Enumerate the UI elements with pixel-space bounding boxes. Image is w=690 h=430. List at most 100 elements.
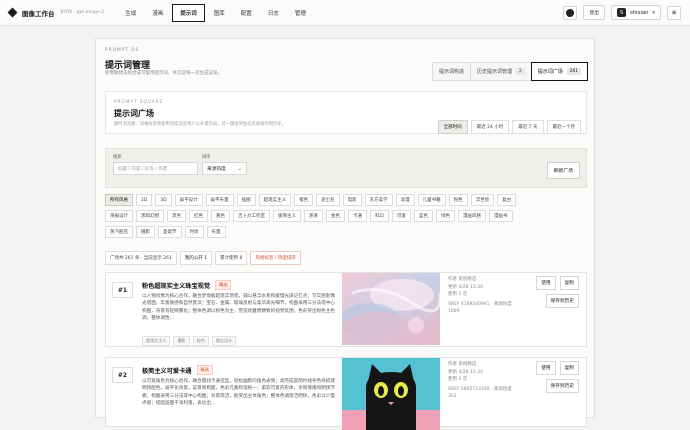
style-tag[interactable]: 极简主义 [273,210,301,222]
brand[interactable]: 图像工作台 BYOK · gpt-image-2 [7,7,105,18]
card-meta: 作者 系统精选 更新 4/28 15:30 使用 0 次 SREF 680572… [448,361,520,401]
style-tag[interactable]: 摄影 [136,226,155,238]
style-tag[interactable]: 吉卜力工作室 [233,210,270,222]
style-tag[interactable]: 黄色 [211,210,230,222]
prompt-card: #1 粉色超现实主义珠宝视觉 精选 以人物肖像为核心创作，融合梦境般超现实场景，辅… [105,272,587,347]
card-tags: 超现实主义 摄影 粉色 珠宝设计 [142,336,239,346]
time-filter-7d[interactable]: 最近 7 天 [512,120,544,134]
style-tag[interactable]: 东方美学 [364,194,393,206]
search-input[interactable]: 标题 / 内容 / 标签 / 作者 [113,162,198,175]
tab-prompt-square[interactable]: 提示词广场 261 [530,62,588,81]
save-to-history-button[interactable]: 保存到历史 [545,294,579,308]
theme-toggle-button[interactable]: ✳ [667,5,681,20]
count-badge: 261 [566,68,581,75]
card-thumbnail[interactable] [342,358,440,430]
page-kicker: PROMPT OS [105,48,140,53]
style-tag[interactable]: 橙色 [294,194,314,206]
mode-tabs: 提示词构造 历史提示词管理 2 提示词广场 261 [432,62,588,81]
style-tag[interactable]: 红色 [189,210,208,222]
nav-config[interactable]: 配置 [234,5,259,21]
style-tag[interactable]: 粉色 [448,194,468,206]
total-uses-chip: 累计使用 8 [215,251,248,265]
tab-history-prompts[interactable]: 历史提示词管理 2 [470,62,532,81]
copy-button[interactable]: 复制 [559,276,579,290]
use-button[interactable]: 使用 [536,361,556,375]
user-menu[interactable]: S shixian ▾ [611,5,661,20]
search-panel: 搜索 标题 / 内容 / 标签 / 作者 排序 来源热度 ⌄ 刷新广场 [105,148,587,188]
style-tag[interactable]: 迪士尼 [316,194,340,206]
style-tag[interactable]: 蒸蒸 [304,210,323,222]
nav-prompts[interactable]: 提示词 [172,3,205,22]
style-tag[interactable]: 黑暗幻想 [136,210,164,222]
style-tag[interactable]: 扁平设计 [174,194,203,206]
style-tag[interactable]: 金色 [326,210,345,222]
chevron-down-icon: ⌄ [237,166,242,172]
github-icon [566,8,575,17]
nav-comic[interactable]: 漫画 [145,5,170,21]
nav-gallery[interactable]: 图库 [207,5,232,21]
sort-select[interactable]: 来源热度 ⌄ [202,162,247,175]
style-tag[interactable]: 插图 [236,194,256,206]
style-tag[interactable]: 漫画书 [489,210,513,222]
diamond-logo-icon [7,7,18,18]
style-tag[interactable]: 复古 [497,194,517,206]
refresh-button[interactable]: 刷新广场 [546,162,580,179]
logout-button[interactable]: 登出 [583,5,606,20]
style-tag[interactable]: 超现实主义 [258,194,292,206]
my-public-chip[interactable]: 我的公开 1 [179,251,213,265]
card-tag: 摄影 [173,336,190,346]
style-tag[interactable]: 蒸汽朋克 [105,226,133,238]
use-count: 使用 2 次 [448,292,468,297]
square-description: 随时浏览图、风格标签和使用热度浏览用户公开提示词，可一键送到生成页或保存到历史。 [114,122,286,127]
updated-date: 更新 4/28 15:30 [448,369,483,375]
style-tags: 所有风格 2D 3D 扁平设计 扁平矢量 插图 超现实主义 橙色 迪士尼 电影 东方美学 动漫 儿童书籍… [105,194,535,242]
style-tag[interactable]: 浮世绘 [470,194,495,206]
style-tag[interactable]: 漫画风格 [458,210,486,222]
style-tag[interactable]: 儿童书籍 [417,194,446,206]
card-tag: 珠宝设计 [211,336,237,346]
style-tag[interactable]: 扁平矢量 [205,194,234,206]
style-tag[interactable]: 蓝色 [414,210,433,222]
style-tag[interactable]: 电影 [342,194,362,206]
style-tag[interactable]: 卡通 [348,210,367,222]
tab-prompt-builder[interactable]: 提示词构造 [432,62,472,81]
style-tag[interactable]: 时尚 [184,226,204,238]
time-filters: 全部时间 最近 24 小时 最近 7 天 最近一个月 [435,120,581,134]
github-button[interactable] [563,5,578,20]
style-tag[interactable]: 海报设计 [105,210,133,222]
style-tag[interactable]: 黑色 [167,210,186,222]
search-label: 搜索 [113,155,122,160]
card-title-text: 粉色超现实主义珠宝视觉 [142,282,211,290]
author: 作者 系统精选 [448,277,477,282]
stats-row: 广场共 261 条 · 当前显示 261 我的公开 1 累计使用 8 风格标签 … [105,251,304,265]
sun-icon: ✳ [671,8,677,17]
top-bar: 图像工作台 BYOK · gpt-image-2 生成 漫画 提示词 图库 配置… [0,0,690,26]
style-tag[interactable]: 圣诞节 [158,226,182,238]
app-subtitle: BYOK · gpt-image-2 [60,10,105,15]
style-tag[interactable]: 动漫 [395,194,415,206]
card-title: 粉色超现实主义珠宝视觉 精选 [142,280,232,290]
nav-logs[interactable]: 日志 [261,5,286,21]
save-to-history-button[interactable]: 保存到历史 [545,379,579,393]
style-tag[interactable]: 2D [136,194,153,206]
copy-button[interactable]: 复制 [559,361,579,375]
style-tag[interactable]: 所有风格 [105,194,133,206]
main-nav: 生成 漫画 提示词 图库 配置 日志 管理 [118,0,315,26]
use-count: 使用 0 次 [448,377,468,382]
updated-date: 更新 4/28 15:30 [448,284,483,290]
style-tag[interactable]: 矢量 [206,226,226,238]
style-tag[interactable]: 可爱 [392,210,411,222]
time-filter-month[interactable]: 最近一个月 [546,120,581,134]
featured-badge: 精选 [196,365,213,375]
nav-admin[interactable]: 管理 [288,5,313,21]
style-tag[interactable]: 3D [155,194,172,206]
time-filter-all[interactable]: 全部时间 [437,120,468,134]
tab-label: 提示词构造 [439,69,465,75]
style-tag[interactable]: 绿色 [436,210,455,222]
card-thumbnail[interactable] [342,273,440,345]
style-tag[interactable]: 科幻 [370,210,389,222]
nav-generate[interactable]: 生成 [118,5,143,21]
card-title: 极简主义可爱卡通 精选 [142,365,213,375]
use-button[interactable]: 使用 [536,276,556,290]
time-filter-24h[interactable]: 最近 24 小时 [470,120,510,134]
